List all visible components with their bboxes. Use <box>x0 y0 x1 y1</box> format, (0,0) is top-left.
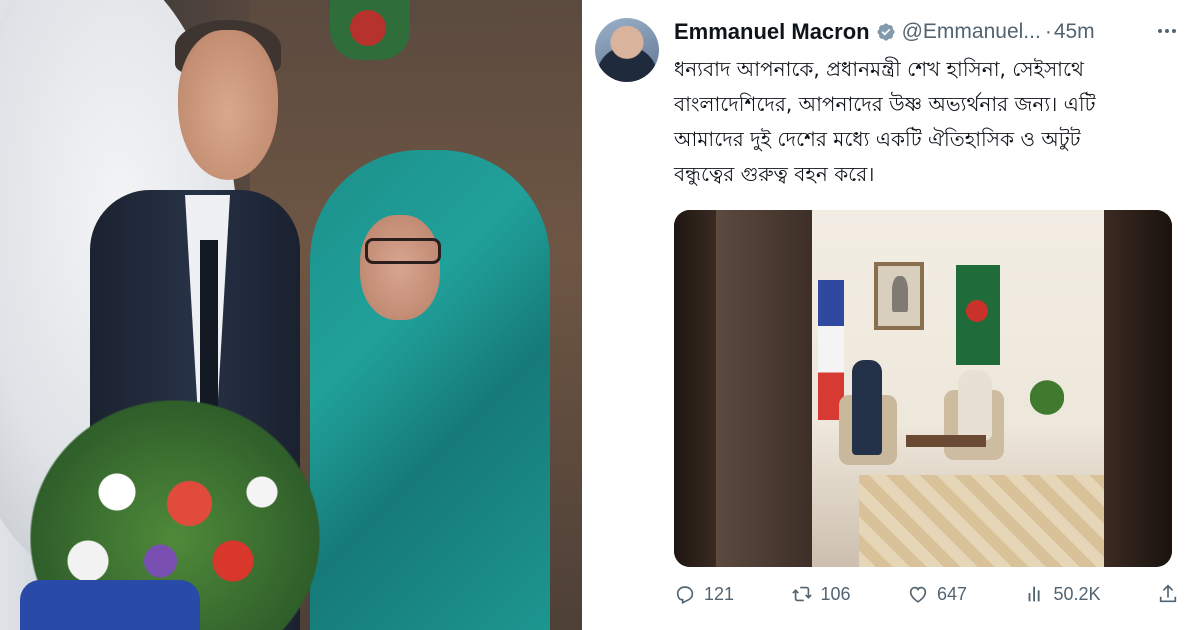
tweet-timestamp[interactable]: 45m <box>1054 20 1095 44</box>
more-options-icon[interactable] <box>1150 16 1184 46</box>
door-panel <box>716 210 812 567</box>
seated-woman <box>958 370 992 440</box>
reply-count: 121 <box>704 583 735 604</box>
author-handle[interactable]: @Emmanuel... <box>902 20 1041 44</box>
heart-icon <box>909 586 927 603</box>
man-face <box>178 30 278 180</box>
carpet <box>859 475 1109 567</box>
share-button[interactable] <box>1157 583 1179 605</box>
tweet-media-photo[interactable] <box>674 210 1172 567</box>
woman-glasses <box>365 238 441 264</box>
tweet-actions-bar: 121 106 647 50.2K <box>674 578 1179 610</box>
views-bar-chart-icon <box>1028 586 1040 602</box>
bangladesh-flag-disc <box>350 10 386 46</box>
views-button[interactable]: 50.2K <box>1024 583 1101 605</box>
reply-icon <box>676 586 694 605</box>
tweet-text-line: আমাদের দুই দেশের মধ্যে একটি ঐতিহাসিক ও অ… <box>674 127 1081 151</box>
tweet-text-line: বন্ধুত্বের গুরুত্ব বহন করে। <box>674 162 875 186</box>
verified-badge-icon <box>876 22 896 42</box>
like-count: 647 <box>937 583 968 604</box>
repost-button[interactable]: 106 <box>791 583 851 605</box>
woman-in-sari <box>310 150 550 630</box>
separator-dot: · <box>1044 20 1052 43</box>
bangladesh-flag <box>956 265 1000 365</box>
like-button[interactable]: 647 <box>907 583 967 605</box>
tweet-card[interactable]: Emmanuel Macron @Emmanuel... · 45m ধন্যব… <box>590 0 1200 630</box>
repost-icon <box>791 586 812 602</box>
doorframe-right <box>1104 210 1172 567</box>
news-photo-leaders-greeting <box>0 0 582 630</box>
reply-button[interactable]: 121 <box>674 583 734 605</box>
tweet-header: Emmanuel Macron @Emmanuel... · 45m <box>674 18 1194 46</box>
wall-portrait <box>874 262 924 330</box>
tweet-text-line: বাংলাদেশিদের, আপনাদের উষ্ণ অভ্যর্থনার জন… <box>674 92 1096 116</box>
image-divider <box>582 0 586 630</box>
views-count: 50.2K <box>1053 583 1101 604</box>
tweet-text: ধন্যবাদ আপনাকে, প্রধানমন্ত্রী শেখ হাসিনা… <box>674 52 1189 192</box>
repost-count: 106 <box>820 583 851 604</box>
tweet-text-line: ধন্যবাদ আপনাকে, প্রধানমন্ত্রী শেখ হাসিনা… <box>674 57 1084 81</box>
author-name[interactable]: Emmanuel Macron <box>674 19 870 45</box>
bouquet-wrapping <box>20 580 200 630</box>
author-avatar[interactable] <box>595 18 659 82</box>
doorframe-left <box>674 210 716 567</box>
share-icon <box>1159 584 1177 603</box>
coffee-table <box>906 435 986 447</box>
potted-plant <box>1030 375 1064 420</box>
woman-face <box>360 215 440 320</box>
seated-man <box>852 360 882 455</box>
